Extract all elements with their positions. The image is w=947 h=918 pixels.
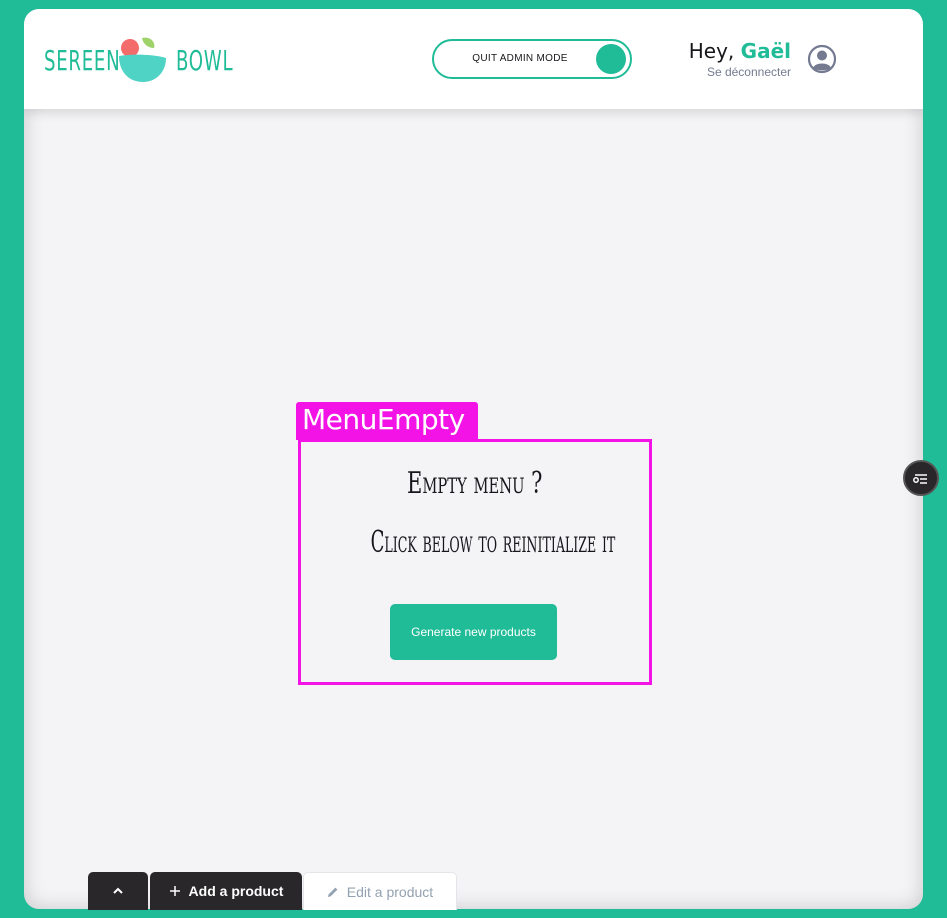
side-panel-toggle[interactable] [903,460,939,496]
plus-icon [169,885,181,897]
admin-panel-tabs: Add a product Edit a product [88,872,457,910]
empty-menu-title: Empty menu ? [407,466,543,501]
greeting: Hey, Gaël [689,39,791,63]
app-container: SEREEN BOWL QUIT ADMIN MODE Hey, Gaël Se… [24,9,923,909]
filter-list-icon [913,474,927,484]
brand-logo[interactable]: SEREEN BOWL [44,34,234,86]
brand-word-left: SEREEN [44,43,121,77]
user-name: Gaël [740,39,791,63]
tab-add-product-label: Add a product [188,883,284,899]
user-profile: Hey, Gaël Se déconnecter [689,39,846,84]
pencil-icon [327,886,339,898]
admin-toggle-label: QUIT ADMIN MODE [472,53,568,64]
empty-menu-subtitle: Click below to reinitialize it [370,525,616,560]
tab-edit-product[interactable]: Edit a product [303,872,457,910]
tab-edit-product-label: Edit a product [346,883,434,900]
tab-add-product[interactable]: Add a product [150,872,302,910]
collapse-panel-tab[interactable] [88,872,148,910]
chevron-up-icon [113,887,123,894]
generate-products-button[interactable]: Generate new products [390,604,557,660]
admin-mode-toggle[interactable]: QUIT ADMIN MODE [432,39,632,79]
brand-word-right: BOWL [176,43,234,77]
greeting-prefix: Hey, [688,39,735,63]
component-debug-label: MenuEmpty [296,402,478,440]
menu-empty: Empty menu ? Click below to reinitialize… [298,439,652,685]
user-circle-icon[interactable] [806,43,838,75]
toggle-knob [596,44,626,74]
bowl-logo-icon [119,37,166,82]
logout-link[interactable]: Se déconnecter [707,65,791,79]
navbar: SEREEN BOWL QUIT ADMIN MODE Hey, Gaël Se… [24,9,923,109]
